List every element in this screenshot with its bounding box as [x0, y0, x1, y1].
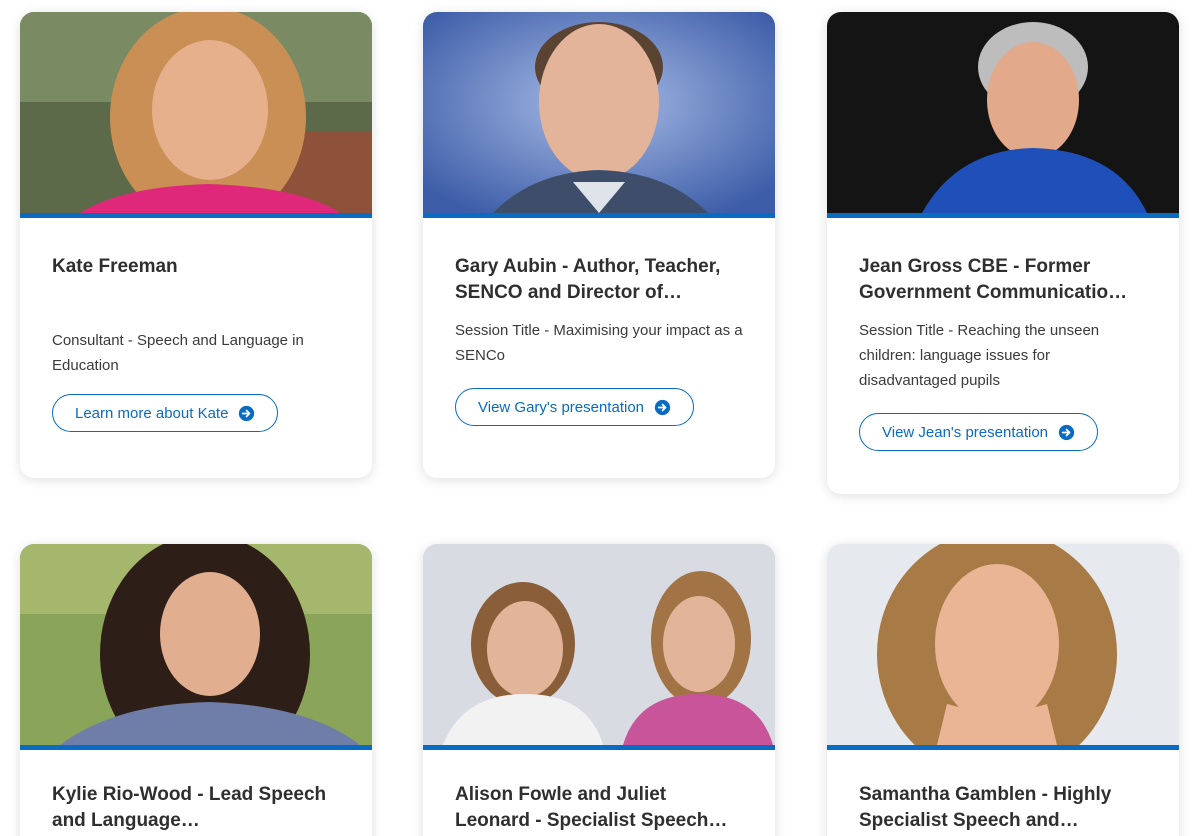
speaker-card: Alison Fowle and Juliet Leonard - Specia… — [423, 544, 775, 836]
speaker-card: Gary Aubin - Author, Teacher, SENCO and … — [423, 12, 775, 478]
view-presentation-button[interactable]: View Gary's presentation — [455, 388, 695, 426]
speaker-card: Kylie Rio-Wood - Lead Speech and Languag… — [20, 544, 372, 836]
speaker-description: Session Title - Reaching the unseen chil… — [859, 322, 1100, 389]
speaker-name: Gary Aubin - Author, Teacher, SENCO and … — [455, 256, 721, 303]
arrow-right-circle-icon — [654, 399, 671, 415]
cta-label: View Gary's presentation — [478, 398, 645, 416]
speaker-photo — [827, 544, 1179, 750]
speaker-card: Kate Freeman Consultant - Speech and Lan… — [20, 12, 372, 478]
arrow-right-circle-icon — [1058, 424, 1075, 440]
speaker-photo — [20, 544, 372, 750]
speaker-photo — [423, 12, 775, 218]
speaker-grid: Kate Freeman Consultant - Speech and Lan… — [0, 0, 1197, 836]
speaker-photo — [827, 12, 1179, 218]
speaker-description: Consultant - Speech and Language in Educ… — [52, 332, 304, 374]
speaker-photo — [20, 12, 372, 218]
speaker-name: Kate Freeman — [52, 256, 178, 277]
speaker-card: Jean Gross CBE - Former Government Commu… — [827, 12, 1179, 494]
view-presentation-button[interactable]: View Jean's presentation — [859, 413, 1099, 451]
speaker-name: Samantha Gamblen - Highly Specialist Spe… — [859, 784, 1112, 831]
speaker-name: Jean Gross CBE - Former Government Commu… — [859, 256, 1128, 303]
speaker-name: Kylie Rio-Wood - Lead Speech and Languag… — [52, 784, 327, 831]
speaker-name: Alison Fowle and Juliet Leonard - Specia… — [455, 784, 728, 831]
speaker-card: Samantha Gamblen - Highly Specialist Spe… — [827, 544, 1179, 836]
cta-label: Learn more about Kate — [75, 404, 229, 422]
speaker-photo — [423, 544, 775, 750]
arrow-right-circle-icon — [239, 405, 255, 421]
speaker-description: Session Title - Maximising your impact a… — [455, 322, 743, 364]
cta-label: View Jean's presentation — [882, 423, 1049, 441]
learn-more-button[interactable]: Learn more about Kate — [52, 394, 279, 432]
